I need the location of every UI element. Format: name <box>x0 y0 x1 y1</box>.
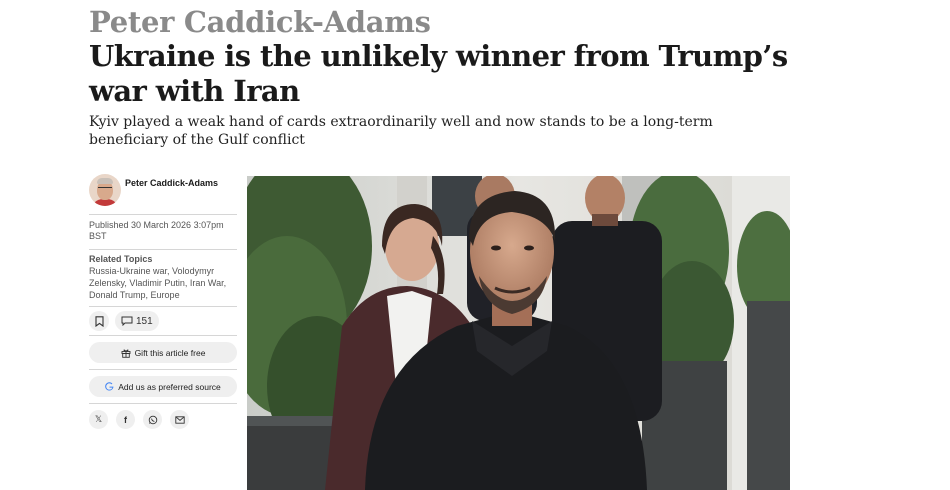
author-name[interactable]: Peter Caddick-Adams <box>125 178 218 188</box>
topic-link[interactable]: Europe <box>151 290 180 300</box>
related-topics-title: Related Topics <box>89 254 153 264</box>
share-x-button[interactable]: 𝕏 <box>89 410 108 429</box>
share-buttons: 𝕏 f <box>89 410 237 429</box>
article-actions: 151 <box>89 307 237 335</box>
share-email-button[interactable] <box>170 410 189 429</box>
preferred-source-button[interactable]: Add us as preferred source <box>89 376 237 397</box>
related-topics-list: Russia-Ukraine war, Volodymyr Zelensky, … <box>89 266 227 300</box>
topic-link[interactable]: Iran War <box>190 278 224 288</box>
article-meta-sidebar: Peter Caddick-Adams Published 30 March 2… <box>89 174 237 429</box>
facebook-icon: f <box>124 414 127 425</box>
x-icon: 𝕏 <box>94 414 103 424</box>
gift-icon <box>121 349 131 358</box>
topic-link[interactable]: Russia-Ukraine war <box>89 266 167 276</box>
comment-count: 151 <box>136 315 153 327</box>
preferred-source-label: Add us as preferred source <box>118 381 221 392</box>
gift-article-button[interactable]: Gift this article free <box>89 342 237 363</box>
google-icon <box>105 382 114 391</box>
article-standfirst: Kyiv played a weak hand of cards extraor… <box>89 114 713 148</box>
share-whatsapp-button[interactable] <box>143 410 162 429</box>
related-topics: Related Topics Russia-Ukraine war, Volod… <box>89 250 237 306</box>
divider <box>89 369 237 370</box>
comments-button[interactable]: 151 <box>115 311 159 331</box>
article-headline: Ukraine is the unlikely winner from Trum… <box>89 39 788 108</box>
topic-link[interactable]: Donald Trump <box>89 290 146 300</box>
bookmark-icon <box>94 315 104 327</box>
whatsapp-icon <box>148 415 157 424</box>
bookmark-button[interactable] <box>89 311 109 331</box>
published-date: Published 30 March 2026 3:07pm BST <box>89 220 224 241</box>
comment-icon <box>121 316 133 326</box>
divider <box>89 335 237 336</box>
topic-link[interactable]: Vladimir Putin <box>129 278 185 288</box>
email-icon <box>174 415 185 424</box>
share-facebook-button[interactable]: f <box>116 410 135 429</box>
article-lead-photo <box>247 176 790 490</box>
article-kicker: Peter Caddick-Adams <box>89 5 431 39</box>
gift-article-label: Gift this article free <box>134 347 206 358</box>
divider <box>89 403 237 404</box>
avatar <box>89 174 121 206</box>
author-byline[interactable]: Peter Caddick-Adams <box>89 174 237 214</box>
